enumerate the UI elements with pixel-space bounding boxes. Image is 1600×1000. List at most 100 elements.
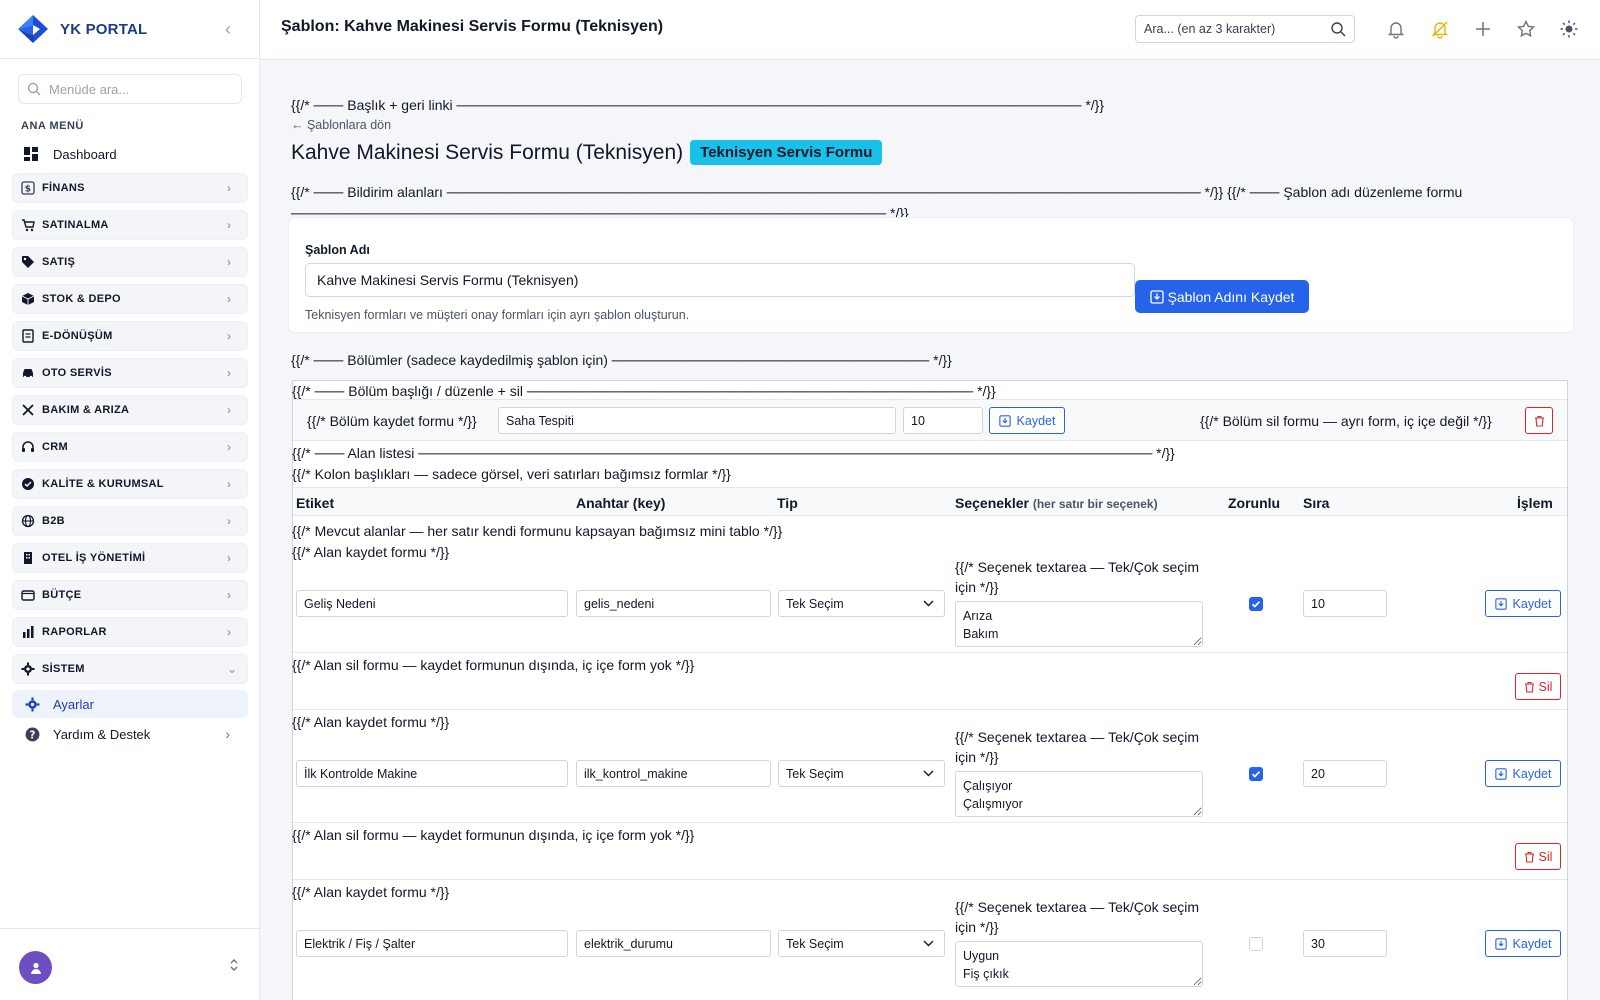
- sidebar-group-label: RAPORLAR: [42, 626, 107, 638]
- menu-search-input[interactable]: [49, 81, 229, 97]
- sidebar-groups: $ FİNANS › SATINALMA › SATIŞ › STOK & DE…: [12, 173, 248, 691]
- sidebar-group-stok-depo[interactable]: STOK & DEPO ›: [12, 284, 248, 314]
- field-type-select[interactable]: Tek Seçim: [778, 590, 945, 617]
- field-order-input[interactable]: [1303, 760, 1387, 787]
- sidebar-item-ayarlar[interactable]: Ayarlar: [12, 690, 248, 718]
- chevron-down-icon: [923, 600, 934, 607]
- chevron-right-icon: ›: [227, 440, 232, 454]
- chevron-right-icon: ›: [227, 329, 232, 343]
- star-icon[interactable]: [1516, 19, 1536, 39]
- sidebar-item-label: Yardım & Destek: [53, 726, 151, 742]
- dashboard-icon: [24, 147, 38, 161]
- user-icon: [30, 962, 41, 974]
- sidebar-group-oto-servis[interactable]: OTO SERVİS ›: [12, 358, 248, 388]
- button-label: Kaydet: [1512, 596, 1552, 611]
- save-section-button[interactable]: Kaydet: [989, 407, 1065, 434]
- save-field-button[interactable]: Kaydet: [1485, 760, 1561, 787]
- field-type-select[interactable]: Tek Seçim: [778, 760, 945, 787]
- field-required-checkbox[interactable]: [1249, 597, 1263, 611]
- global-search-input[interactable]: [1144, 22, 1330, 36]
- col-order: Sıra: [1303, 495, 1330, 511]
- section-order-input[interactable]: [903, 407, 983, 434]
- field-key-input[interactable]: [576, 590, 771, 617]
- field-table-header: Etiket Anahtar (key) Tip Seçenekler (her…: [293, 487, 1567, 516]
- bell-icon[interactable]: [1386, 19, 1406, 39]
- template-name-card: Şablon Adı Teknisyen formları ve müşteri…: [288, 217, 1574, 333]
- sidebar-group-e-donusum[interactable]: E-DÖNÜŞÜM ›: [12, 321, 248, 351]
- field-options-textarea[interactable]: Arıza Bakım: [955, 601, 1203, 647]
- bell-off-icon[interactable]: [1430, 19, 1450, 39]
- building-icon: [24, 552, 32, 564]
- chevron-right-icon: ›: [227, 477, 232, 491]
- col-options-label: Seçenekler: [955, 495, 1029, 511]
- sidebar-item-dashboard[interactable]: Dashboard: [12, 142, 248, 166]
- sidebar-group-label: OTEL İŞ YÖNETİMİ: [42, 552, 146, 564]
- sidebar-group-finans[interactable]: $ FİNANS ›: [12, 173, 248, 203]
- field-type-select[interactable]: Tek Seçim: [778, 930, 945, 957]
- save-template-name-button[interactable]: Şablon Adını Kaydet: [1135, 280, 1309, 313]
- chevron-updown-icon[interactable]: [228, 957, 240, 973]
- row-divider: [293, 652, 1567, 653]
- template-heading: Kahve Makinesi Servis Formu (Teknisyen): [291, 140, 684, 164]
- document-icon: [22, 329, 34, 343]
- template-comment: {{/* Mevcut alanlar — her satır kendi fo…: [292, 523, 783, 539]
- save-field-button[interactable]: Kaydet: [1485, 590, 1561, 617]
- sidebar-group-kalite-kurumsal[interactable]: KALİTE & KURUMSAL ›: [12, 469, 248, 499]
- save-icon: [1494, 937, 1507, 950]
- template-comment: {{/* Bölüm sil formu — ayrı form, iç içe…: [1200, 413, 1492, 429]
- sidebar-group-butce[interactable]: BÜTÇE ›: [12, 580, 248, 610]
- save-icon: [1494, 767, 1507, 780]
- sidebar-group-crm[interactable]: CRM ›: [12, 432, 248, 462]
- delete-field-button[interactable]: Sil: [1515, 843, 1561, 870]
- brand-name: YK PORTAL: [60, 20, 148, 38]
- field-required-checkbox[interactable]: [1249, 937, 1263, 951]
- field-label-input[interactable]: [296, 760, 568, 787]
- field-order-input[interactable]: [1303, 930, 1387, 957]
- sidebar-group-satinalma[interactable]: SATINALMA ›: [12, 210, 248, 240]
- field-label-input[interactable]: [296, 930, 568, 957]
- theme-sun-icon[interactable]: [1559, 19, 1579, 39]
- chevron-down-icon: ⌄: [227, 662, 238, 676]
- sidebar-group-label: SATIŞ: [42, 256, 76, 268]
- search-icon[interactable]: [1330, 21, 1346, 37]
- sidebar-group-raporlar[interactable]: RAPORLAR ›: [12, 617, 248, 647]
- template-comment: {{/* ─── Bölüm başlığı / düzenle + sil ─…: [292, 383, 996, 399]
- delete-section-button[interactable]: [1525, 407, 1553, 434]
- avatar[interactable]: [19, 951, 52, 984]
- plus-icon[interactable]: [1473, 19, 1493, 39]
- sidebar-footer: [0, 928, 260, 1000]
- sidebar-group-satis[interactable]: SATIŞ ›: [12, 247, 248, 277]
- chevron-right-icon: ›: [227, 255, 232, 269]
- field-options-textarea[interactable]: Çalışıyor Çalışmıyor: [955, 771, 1203, 817]
- check-icon: [1251, 771, 1261, 778]
- sidebar-group-bakim-ariza[interactable]: BAKIM & ARIZA ›: [12, 395, 248, 425]
- sidebar-group-sistem[interactable]: SİSTEM ⌄: [12, 654, 248, 684]
- button-label: Kaydet: [1016, 413, 1056, 428]
- field-options-textarea[interactable]: Uygun Fiş çıkık: [955, 941, 1203, 987]
- delete-field-button[interactable]: Sil: [1515, 673, 1561, 700]
- sidebar-group-otel-is-yonetimi[interactable]: OTEL İŞ YÖNETİMİ ›: [12, 543, 248, 573]
- col-options: Seçenekler (her satır bir seçenek): [955, 495, 1158, 511]
- template-name-input[interactable]: [305, 263, 1135, 297]
- chevron-right-icon: ›: [227, 514, 232, 528]
- chevron-right-icon: ›: [227, 551, 232, 565]
- field-key-input[interactable]: [576, 760, 771, 787]
- col-key: Anahtar (key): [576, 495, 666, 511]
- chevron-right-icon: ›: [227, 625, 232, 639]
- trash-icon: [1524, 851, 1534, 863]
- template-name-label: Şablon Adı: [305, 243, 370, 257]
- sidebar-item-help[interactable]: ? Yardım & Destek ›: [12, 722, 248, 746]
- button-label: Sil: [1538, 679, 1553, 694]
- field-order-input[interactable]: [1303, 590, 1387, 617]
- topbar: Şablon: Kahve Makinesi Servis Formu (Tek…: [260, 0, 1600, 60]
- collapse-sidebar-icon[interactable]: ‹: [219, 18, 237, 40]
- field-key-input[interactable]: [576, 930, 771, 957]
- field-required-checkbox[interactable]: [1249, 767, 1263, 781]
- row-divider: [293, 709, 1567, 710]
- field-label-input[interactable]: [296, 590, 568, 617]
- save-field-button[interactable]: Kaydet: [1485, 930, 1561, 957]
- section-title-input[interactable]: [498, 407, 896, 434]
- sidebar-group-label: OTO SERVİS: [42, 367, 112, 379]
- back-to-templates-link[interactable]: ← Şablonlara dön: [291, 118, 391, 132]
- sidebar-group-b2b[interactable]: B2B ›: [12, 506, 248, 536]
